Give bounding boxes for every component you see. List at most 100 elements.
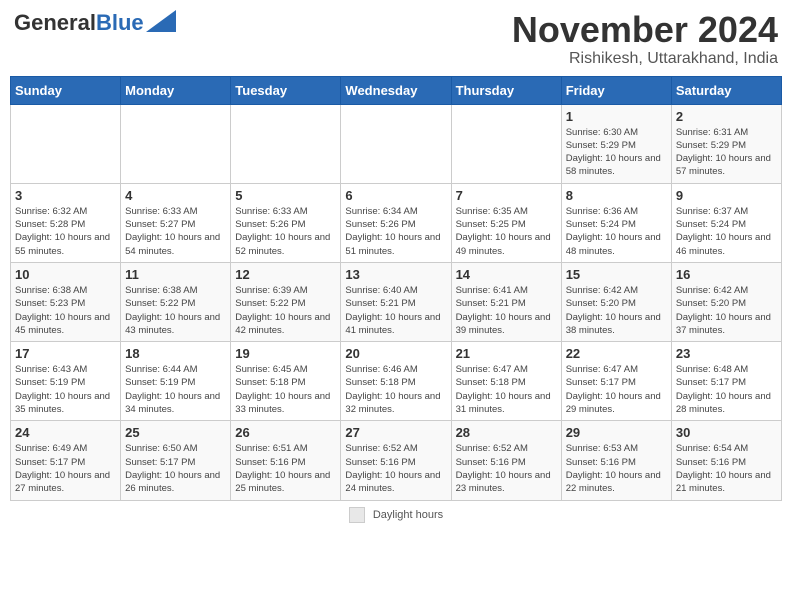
day-number: 16 [676,267,777,282]
day-info: Sunrise: 6:38 AM Sunset: 5:22 PM Dayligh… [125,284,226,337]
day-number: 18 [125,346,226,361]
day-number: 13 [345,267,446,282]
day-cell: 15Sunrise: 6:42 AM Sunset: 5:20 PM Dayli… [561,262,671,341]
day-info: Sunrise: 6:52 AM Sunset: 5:16 PM Dayligh… [345,442,446,495]
day-cell: 3 Sunrise: 6:32 AM Sunset: 5:28 PM Daylig… [11,183,121,262]
day-number: 14 [456,267,557,282]
day-cell: 28 Sunrise: 6:52 AM Sunset: 5:16 PM Dayli… [451,421,561,500]
title-block: November 2024 Rishikesh, Uttarakhand, In… [512,10,778,68]
day-info: Sunrise: 6:30 AM Sunset: 5:29 PM Dayligh… [566,126,667,179]
day-number: 17 [15,346,116,361]
day-number: 21 [456,346,557,361]
day-number: 29 [566,425,667,440]
day-number: 28 [456,425,557,440]
day-number: 26 [235,425,336,440]
day-cell: 18 Sunrise: 6:44 AM Sunset: 5:19 PM Dayli… [121,342,231,421]
week-row-2: 10 Sunrise: 6:38 AM Sunset: 5:23 PM Dayli… [11,262,782,341]
day-number: 7 [456,188,557,203]
day-cell [121,104,231,183]
day-number: 2 [676,109,777,124]
day-number: 1 [566,109,667,124]
day-number: 22 [566,346,667,361]
day-number: 10 [15,267,116,282]
logo-arrow-icon [146,10,176,32]
day-number: 8 [566,188,667,203]
logo: General Blue [14,10,176,36]
day-number: 6 [345,188,446,203]
day-cell [451,104,561,183]
day-cell: 10 Sunrise: 6:38 AM Sunset: 5:23 PM Dayli… [11,262,121,341]
day-cell: 7 Sunrise: 6:35 AM Sunset: 5:25 PM Daylig… [451,183,561,262]
day-cell: 6 Sunrise: 6:34 AM Sunset: 5:26 PM Daylig… [341,183,451,262]
weekday-saturday: Saturday [671,76,781,104]
weekday-tuesday: Tuesday [231,76,341,104]
day-info: Sunrise: 6:37 AM Sunset: 5:24 PM Dayligh… [676,205,777,258]
day-number: 20 [345,346,446,361]
day-info: Sunrise: 6:42 AM Sunset: 5:20 PM Dayligh… [676,284,777,337]
day-info: Sunrise: 6:40 AM Sunset: 5:21 PM Dayligh… [345,284,446,337]
day-info: Sunrise: 6:50 AM Sunset: 5:17 PM Dayligh… [125,442,226,495]
day-cell: 22 Sunrise: 6:47 AM Sunset: 5:17 PM Dayli… [561,342,671,421]
weekday-monday: Monday [121,76,231,104]
weekday-thursday: Thursday [451,76,561,104]
day-cell: 16 Sunrise: 6:42 AM Sunset: 5:20 PM Dayli… [671,262,781,341]
day-cell: 14 Sunrise: 6:41 AM Sunset: 5:21 PM Dayli… [451,262,561,341]
day-number: 5 [235,188,336,203]
day-number: 12 [235,267,336,282]
day-cell [341,104,451,183]
day-cell: 19Sunrise: 6:45 AM Sunset: 5:18 PM Dayli… [231,342,341,421]
month-title: November 2024 [512,10,778,50]
day-number: 27 [345,425,446,440]
day-number: 30 [676,425,777,440]
day-cell [231,104,341,183]
day-cell: 8 Sunrise: 6:36 AM Sunset: 5:24 PM Daylig… [561,183,671,262]
footer-box [349,507,365,523]
day-info: Sunrise: 6:39 AM Sunset: 5:22 PM Dayligh… [235,284,336,337]
day-info: Sunrise: 6:32 AM Sunset: 5:28 PM Dayligh… [15,205,116,258]
day-info: Sunrise: 6:36 AM Sunset: 5:24 PM Dayligh… [566,205,667,258]
location: Rishikesh, Uttarakhand, India [512,50,778,68]
weekday-friday: Friday [561,76,671,104]
day-info: Sunrise: 6:45 AM Sunset: 5:18 PM Dayligh… [235,363,336,416]
day-number: 15 [566,267,667,282]
day-cell: 2 Sunrise: 6:31 AM Sunset: 5:29 PM Daylig… [671,104,781,183]
day-cell: 20 Sunrise: 6:46 AM Sunset: 5:18 PM Dayli… [341,342,451,421]
day-info: Sunrise: 6:46 AM Sunset: 5:18 PM Dayligh… [345,363,446,416]
day-info: Sunrise: 6:31 AM Sunset: 5:29 PM Dayligh… [676,126,777,179]
day-info: Sunrise: 6:51 AM Sunset: 5:16 PM Dayligh… [235,442,336,495]
day-info: Sunrise: 6:33 AM Sunset: 5:26 PM Dayligh… [235,205,336,258]
weekday-wednesday: Wednesday [341,76,451,104]
day-cell: 11 Sunrise: 6:38 AM Sunset: 5:22 PM Dayli… [121,262,231,341]
day-info: Sunrise: 6:52 AM Sunset: 5:16 PM Dayligh… [456,442,557,495]
day-info: Sunrise: 6:34 AM Sunset: 5:26 PM Dayligh… [345,205,446,258]
day-cell: 21 Sunrise: 6:47 AM Sunset: 5:18 PM Dayli… [451,342,561,421]
day-info: Sunrise: 6:49 AM Sunset: 5:17 PM Dayligh… [15,442,116,495]
day-number: 25 [125,425,226,440]
day-cell: 1 Sunrise: 6:30 AM Sunset: 5:29 PM Daylig… [561,104,671,183]
day-number: 9 [676,188,777,203]
day-number: 3 [15,188,116,203]
day-info: Sunrise: 6:33 AM Sunset: 5:27 PM Dayligh… [125,205,226,258]
day-info: Sunrise: 6:43 AM Sunset: 5:19 PM Dayligh… [15,363,116,416]
day-info: Sunrise: 6:38 AM Sunset: 5:23 PM Dayligh… [15,284,116,337]
day-cell: 4Sunrise: 6:33 AM Sunset: 5:27 PM Daylig… [121,183,231,262]
day-info: Sunrise: 6:35 AM Sunset: 5:25 PM Dayligh… [456,205,557,258]
day-cell: 12 Sunrise: 6:39 AM Sunset: 5:22 PM Dayli… [231,262,341,341]
logo-general: General [14,10,96,36]
day-info: Sunrise: 6:47 AM Sunset: 5:18 PM Dayligh… [456,363,557,416]
footer-label: Daylight hours [373,509,443,521]
logo-blue: Blue [96,10,144,36]
day-info: Sunrise: 6:41 AM Sunset: 5:21 PM Dayligh… [456,284,557,337]
day-cell: 26 Sunrise: 6:51 AM Sunset: 5:16 PM Dayli… [231,421,341,500]
page-header: General Blue November 2024 Rishikesh, Ut… [10,10,782,68]
footer: Daylight hours [10,507,782,523]
day-info: Sunrise: 6:47 AM Sunset: 5:17 PM Dayligh… [566,363,667,416]
day-number: 11 [125,267,226,282]
day-info: Sunrise: 6:54 AM Sunset: 5:16 PM Dayligh… [676,442,777,495]
week-row-1: 3 Sunrise: 6:32 AM Sunset: 5:28 PM Daylig… [11,183,782,262]
weekday-header-row: SundayMondayTuesdayWednesdayThursdayFrid… [11,76,782,104]
day-cell: 24Sunrise: 6:49 AM Sunset: 5:17 PM Dayli… [11,421,121,500]
day-cell: 25 Sunrise: 6:50 AM Sunset: 5:17 PM Dayli… [121,421,231,500]
week-row-4: 24Sunrise: 6:49 AM Sunset: 5:17 PM Dayli… [11,421,782,500]
day-info: Sunrise: 6:44 AM Sunset: 5:19 PM Dayligh… [125,363,226,416]
